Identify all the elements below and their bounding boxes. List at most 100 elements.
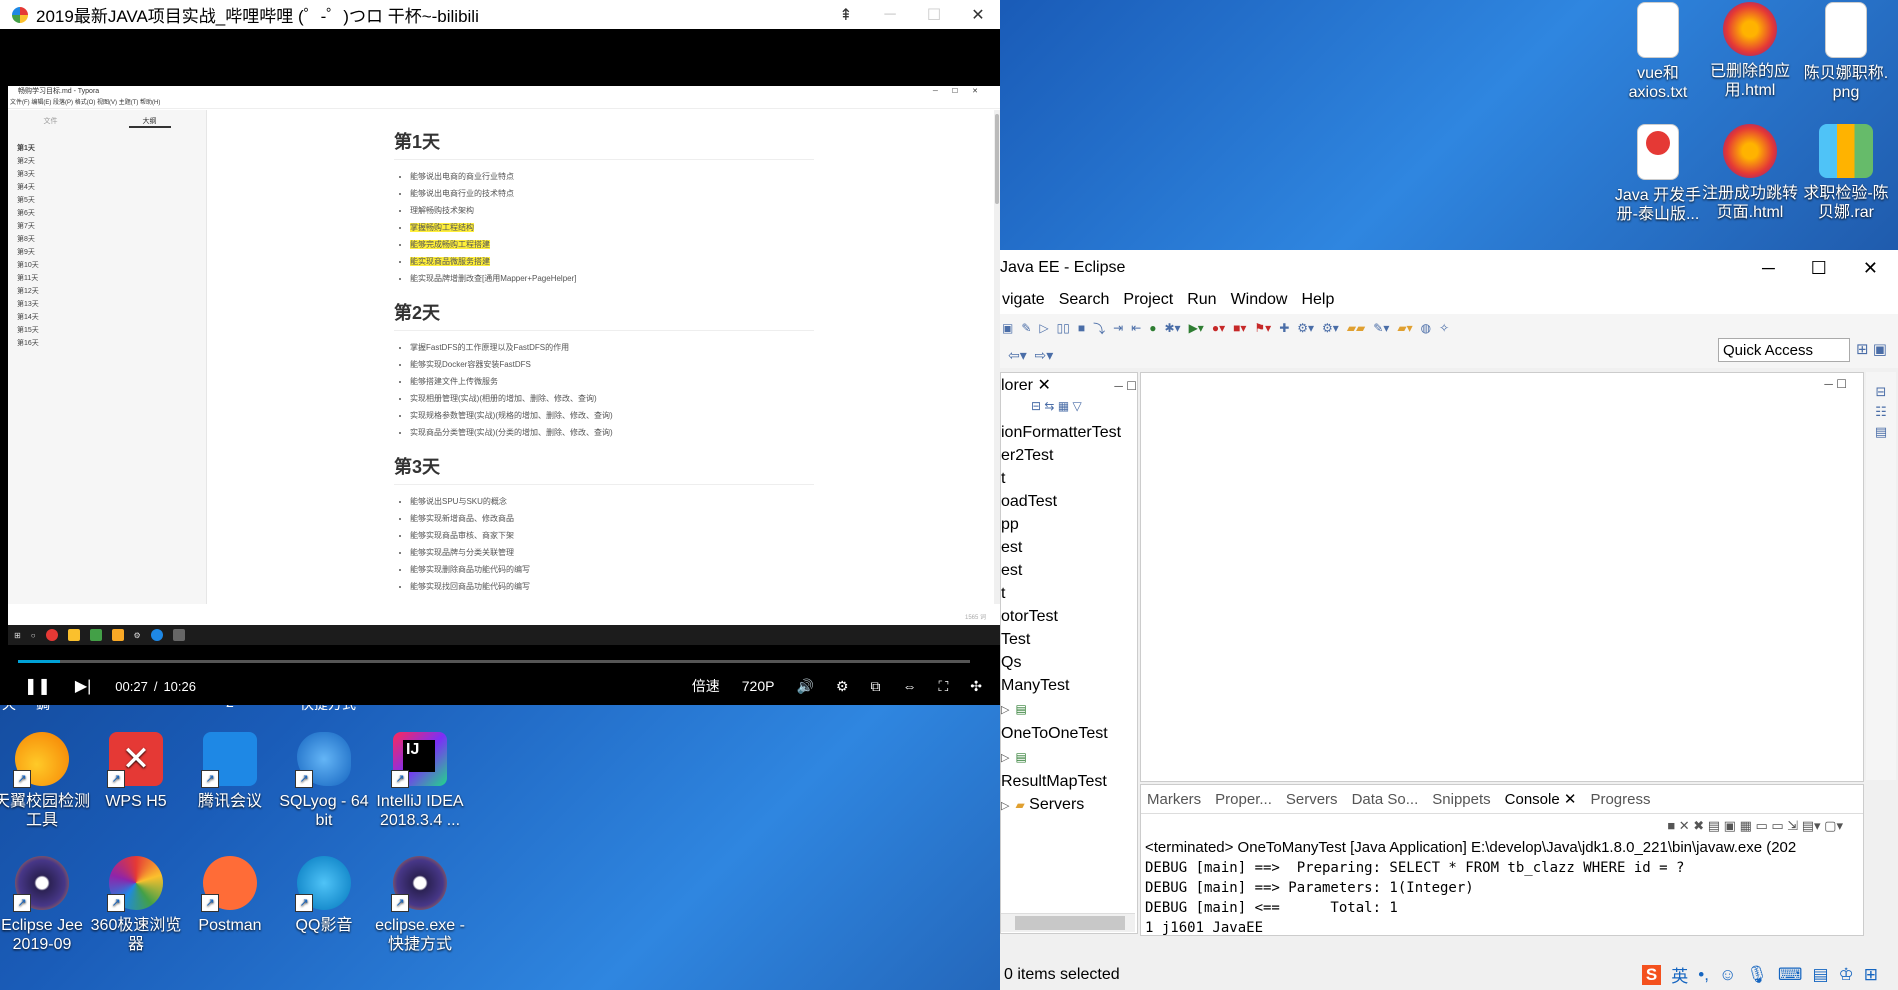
skin-icon[interactable]: ▤ [1812, 965, 1828, 985]
menu-run[interactable]: Run [1187, 291, 1216, 309]
minimize-icon[interactable]: ─ ☐ [1114, 373, 1137, 399]
toolbar-icon[interactable]: ▣ [1002, 321, 1013, 335]
minimize-button[interactable]: ─ [1762, 258, 1775, 279]
minimize-button[interactable]: ─ [868, 6, 912, 24]
tree-item[interactable]: t [1001, 467, 1137, 490]
new-icon[interactable]: ✚ [1279, 321, 1289, 335]
run-button-icon[interactable]: ▶▾ [1189, 321, 1204, 335]
emoji-icon[interactable]: ☺ [1719, 965, 1736, 985]
next-button[interactable]: ▶| [75, 676, 91, 696]
desktop-icon-tencent-meeting[interactable]: ↗ 腾讯会议 [182, 732, 278, 811]
desktop-icon-eclipse-jee[interactable]: ↗ Eclipse Jee 2019-09 [0, 856, 90, 954]
menu-navigate[interactable]: vigate [1002, 291, 1045, 309]
ime-language[interactable]: 英 [1671, 962, 1688, 987]
tree-item[interactable]: ionFormatterTest [1001, 421, 1137, 444]
desktop-icon-java-manual[interactable]: Java 开发手 册-泰山版... [1610, 124, 1706, 224]
chevron-right-icon[interactable]: ▷ [1001, 704, 1009, 716]
tree-item[interactable]: er2Test [1001, 444, 1137, 467]
toolbar-icon[interactable]: ▯▯ [1057, 321, 1070, 335]
toolbar-icon[interactable]: ■ [1078, 321, 1085, 335]
punctuation-icon[interactable]: •, [1698, 965, 1709, 985]
debug-icon[interactable]: ✱▾ [1165, 321, 1181, 335]
desktop-icon-vue-axios[interactable]: vue和 axios.txt [1610, 2, 1706, 102]
stop-icon[interactable]: ■▾ [1233, 321, 1246, 335]
tab-snippets[interactable]: Snippets [1432, 791, 1490, 808]
collapse-icon[interactable]: ⊟ [1031, 399, 1041, 413]
tree-item[interactable]: oadTest [1001, 490, 1137, 513]
toolbar-icon[interactable]: ✎ [1021, 321, 1031, 335]
pin-icon[interactable]: ✧ [1439, 321, 1449, 335]
search-icon[interactable]: ⚙▾ [1322, 321, 1339, 335]
filter-icon[interactable]: ▦ [1058, 399, 1069, 413]
tree-item[interactable]: ▷ ▰ Servers [1001, 793, 1137, 818]
widescreen-icon[interactable]: ⇔ [902, 678, 916, 694]
volume-icon[interactable]: 🔊 [796, 678, 813, 695]
run-config-icon[interactable]: ●▾ [1212, 321, 1225, 335]
desktop-icon-tianyi[interactable]: ↗ 天翼校园检测 工具 [0, 732, 90, 830]
desktop-icon-360-browser[interactable]: ↗ 360极速浏览 器 [88, 856, 184, 954]
tree-item[interactable]: ▷ ▤ OneToOneTest [1001, 697, 1137, 745]
chevron-down-icon[interactable]: ▽ [1073, 399, 1082, 413]
run-icon[interactable]: ● [1149, 321, 1156, 335]
tab-data-source[interactable]: Data So... [1352, 791, 1419, 808]
pause-button[interactable]: ❚❚ [24, 676, 51, 696]
tab-properties[interactable]: Proper... [1215, 791, 1272, 808]
tab-progress[interactable]: Progress [1590, 791, 1650, 808]
tab-servers[interactable]: Servers [1286, 791, 1338, 808]
gear-icon[interactable]: ⚙▾ [1297, 321, 1314, 335]
menu-search[interactable]: Search [1059, 291, 1110, 309]
desktop-icon-sqlyog[interactable]: ↗ SQLyog - 64 bit [276, 732, 372, 830]
fullscreen-icon[interactable]: ✣ [970, 678, 982, 695]
settings-gear-icon[interactable]: ⚙ [836, 678, 849, 695]
editor-minmax-icon[interactable]: ─ ☐ [1824, 377, 1847, 391]
tree-item[interactable]: ▷ ▤ ResultMapTest [1001, 745, 1137, 793]
desktop-icon-qq-player[interactable]: ↗ QQ影音 [276, 856, 372, 935]
horizontal-scrollbar[interactable] [1001, 913, 1135, 932]
folder-icon[interactable]: ▰▰ [1347, 321, 1365, 335]
tree-item[interactable]: est [1001, 559, 1137, 582]
tree-item[interactable]: Qs [1001, 651, 1137, 674]
server-icon[interactable]: ⚑▾ [1254, 321, 1271, 335]
pip-icon[interactable]: ⧉ [870, 678, 880, 695]
globe-icon[interactable]: ◍ [1421, 321, 1431, 335]
explorer-tab[interactable]: lorer ✕ ─ ☐ [1001, 373, 1137, 399]
desktop-icon-intellij[interactable]: IJ ↗ IntelliJ IDEA 2018.3.4 ... [372, 732, 468, 830]
toolbar-icon[interactable]: ⇥ [1113, 321, 1123, 335]
desktop-icon-wps-h5[interactable]: ✕ ↗ WPS H5 [88, 732, 184, 811]
chevron-right-icon[interactable]: ▷ [1001, 752, 1009, 764]
quick-access-input[interactable]: Quick Access [1718, 338, 1850, 362]
forward-icon[interactable]: ⇨▾ [1035, 347, 1054, 364]
close-icon[interactable]: ✕ [1564, 791, 1577, 808]
desktop-icon-deleted-app[interactable]: 已删除的应 用.html [1702, 2, 1798, 100]
maximize-button[interactable]: ☐ [1811, 258, 1827, 279]
tree-item[interactable]: est [1001, 536, 1137, 559]
close-button[interactable]: ✕ [1863, 258, 1878, 279]
quality-button[interactable]: 720P [742, 678, 775, 694]
tree-item[interactable]: pp [1001, 513, 1137, 536]
editor-area[interactable]: ─ ☐ [1140, 372, 1864, 782]
keyboard-icon[interactable]: ⌨ [1778, 965, 1803, 985]
toolbar-icon[interactable]: ⇤ [1131, 321, 1141, 335]
toolbar-icon[interactable]: ⤵ [1093, 320, 1105, 337]
desktop-icon-chen-title[interactable]: 陈贝娜职称. png [1798, 2, 1894, 102]
web-fullscreen-icon[interactable]: ⛶ [938, 678, 948, 695]
menu-help[interactable]: Help [1301, 291, 1334, 309]
tab-markers[interactable]: Markers [1147, 791, 1201, 808]
microphone-icon[interactable]: 🎙 [1746, 965, 1768, 985]
tab-console[interactable]: Console ✕ [1505, 790, 1577, 808]
shirt-icon[interactable]: ♔ [1839, 965, 1854, 985]
video-frame[interactable]: 畅购学习目标.md - Typora ─☐✕ 文件(F) 编辑(E) 段落(P) … [8, 86, 1000, 626]
desktop-icon-eclipse-exe[interactable]: ↗ eclipse.exe - 快捷方式 [372, 856, 468, 954]
tree-item[interactable]: otorTest [1001, 605, 1137, 628]
tree-item[interactable]: ManyTest [1001, 674, 1137, 697]
menu-window[interactable]: Window [1231, 291, 1288, 309]
perspective-icon[interactable]: ⊞ ▣ [1856, 340, 1887, 358]
chevron-right-icon[interactable]: ▷ [1001, 800, 1009, 812]
video-progress-bar[interactable] [18, 660, 970, 663]
pen-icon[interactable]: ✎▾ [1373, 321, 1389, 335]
link-icon[interactable]: ⇆ [1044, 399, 1054, 413]
desktop-icon-resume-rar[interactable]: 求职检验-陈 贝娜.rar [1798, 124, 1894, 222]
desktop-icon-postman[interactable]: ↗ Postman [182, 856, 278, 935]
close-button[interactable]: ✕ [956, 5, 1000, 25]
open-icon[interactable]: ▰▾ [1397, 321, 1412, 335]
